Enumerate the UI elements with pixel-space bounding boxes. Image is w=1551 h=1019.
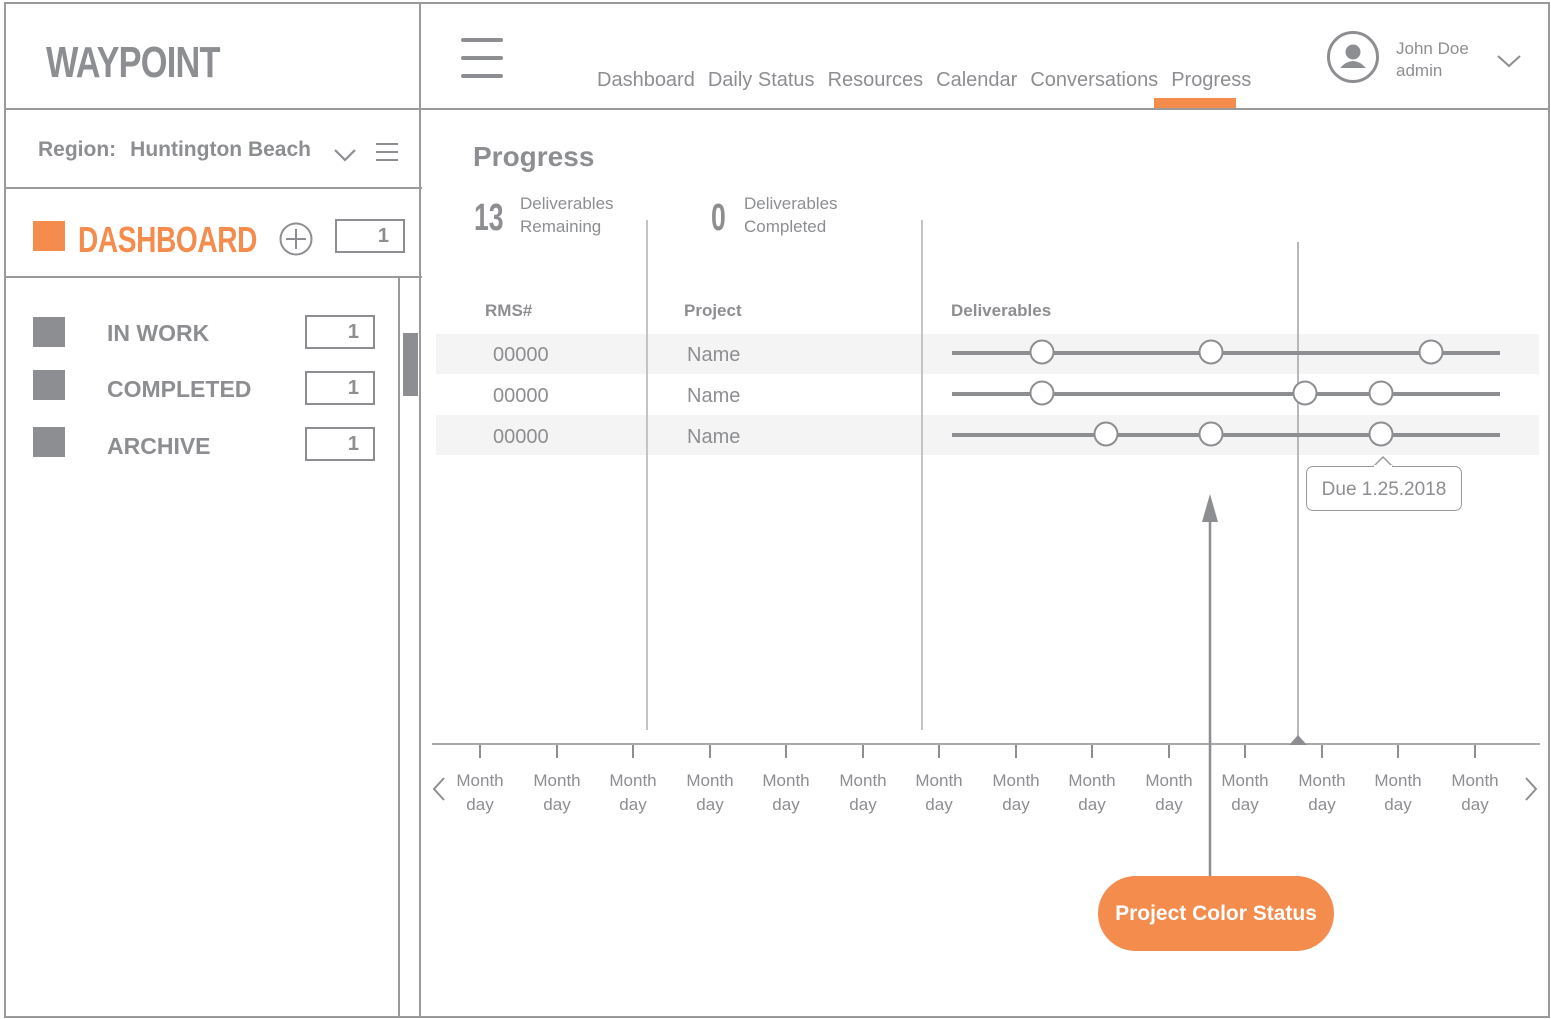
milestone-marker[interactable] xyxy=(1418,339,1444,365)
timeline-label-month: Month xyxy=(1145,771,1193,790)
timeline-label-month: Month xyxy=(686,771,734,790)
timeline-label-month: Month xyxy=(456,771,504,790)
deliverable-track xyxy=(952,421,1500,447)
timeline-tick xyxy=(556,745,558,758)
milestone-marker[interactable] xyxy=(1292,380,1318,406)
timeline-label: Month day xyxy=(1210,769,1280,817)
timeline-label-month: Month xyxy=(915,771,963,790)
timeline-label: Month day xyxy=(1134,769,1204,817)
project-color-status-callout: Project Color Status xyxy=(1098,876,1334,951)
timeline-label: Month day xyxy=(1440,769,1510,817)
timeline-label: Month day xyxy=(1057,769,1127,817)
timeline-label-day: day xyxy=(849,795,877,814)
milestone-marker[interactable] xyxy=(1198,339,1224,365)
timeline-tick xyxy=(785,745,787,758)
timeline-label-day: day xyxy=(1078,795,1106,814)
chevron-left-icon[interactable] xyxy=(432,777,445,801)
timeline-label-month: Month xyxy=(839,771,887,790)
timeline-label-day: day xyxy=(1155,795,1183,814)
timeline-label-month: Month xyxy=(1068,771,1116,790)
timeline-label-month: Month xyxy=(1221,771,1269,790)
timeline-label-day: day xyxy=(772,795,800,814)
timeline-label: Month day xyxy=(828,769,898,817)
timeline-tick xyxy=(1091,745,1093,758)
timeline-tick xyxy=(1321,745,1323,758)
timeline-label-month: Month xyxy=(1451,771,1499,790)
timeline-label-day: day xyxy=(696,795,724,814)
timeline-label-day: day xyxy=(1308,795,1336,814)
timeline-tick xyxy=(862,745,864,758)
timeline-tick xyxy=(632,745,634,758)
timeline-label-month: Month xyxy=(609,771,657,790)
callout-arrow-head xyxy=(1202,494,1218,522)
timeline-label: Month day xyxy=(904,769,974,817)
timeline-label: Month day xyxy=(1363,769,1433,817)
timeline-label: Month day xyxy=(751,769,821,817)
milestone-marker[interactable] xyxy=(1093,421,1119,447)
timeline-label: Month day xyxy=(598,769,668,817)
timeline-label-day: day xyxy=(1461,795,1489,814)
timeline-tick xyxy=(479,745,481,758)
deliverable-track xyxy=(952,380,1500,406)
due-date-tooltip: Due 1.25.2018 xyxy=(1306,466,1462,511)
timeline-label: Month day xyxy=(1287,769,1357,817)
timeline-tick xyxy=(1244,745,1246,758)
timeline-tick xyxy=(1474,745,1476,758)
timeline-label: Month day xyxy=(445,769,515,817)
milestone-marker[interactable] xyxy=(1368,421,1394,447)
timeline-tick xyxy=(1168,745,1170,758)
timeline-label-month: Month xyxy=(1374,771,1422,790)
timeline-tick xyxy=(709,745,711,758)
deliverable-track xyxy=(952,339,1500,365)
timeline-label-month: Month xyxy=(762,771,810,790)
today-marker-triangle xyxy=(1289,735,1307,745)
timeline-label-month: Month xyxy=(533,771,581,790)
timeline-label: Month day xyxy=(522,769,592,817)
milestone-marker[interactable] xyxy=(1029,380,1055,406)
timeline-label: Month day xyxy=(675,769,745,817)
timeline-label-month: Month xyxy=(992,771,1040,790)
milestone-marker[interactable] xyxy=(1198,421,1224,447)
timeline-tick xyxy=(938,745,940,758)
timeline-label-day: day xyxy=(619,795,647,814)
milestone-marker[interactable] xyxy=(1029,339,1055,365)
timeline-label-day: day xyxy=(543,795,571,814)
milestone-marker[interactable] xyxy=(1368,380,1394,406)
timeline-label-day: day xyxy=(1002,795,1030,814)
timeline-label-day: day xyxy=(925,795,953,814)
timeline-label-day: day xyxy=(466,795,494,814)
timeline-label: Month day xyxy=(981,769,1051,817)
tooltip-pointer-mask xyxy=(1374,465,1392,469)
timeline-tick xyxy=(1015,745,1017,758)
chevron-right-icon[interactable] xyxy=(1525,777,1538,801)
timeline-label-day: day xyxy=(1231,795,1259,814)
timeline-label-day: day xyxy=(1384,795,1412,814)
timeline-label-month: Month xyxy=(1298,771,1346,790)
timeline-tick xyxy=(1397,745,1399,758)
